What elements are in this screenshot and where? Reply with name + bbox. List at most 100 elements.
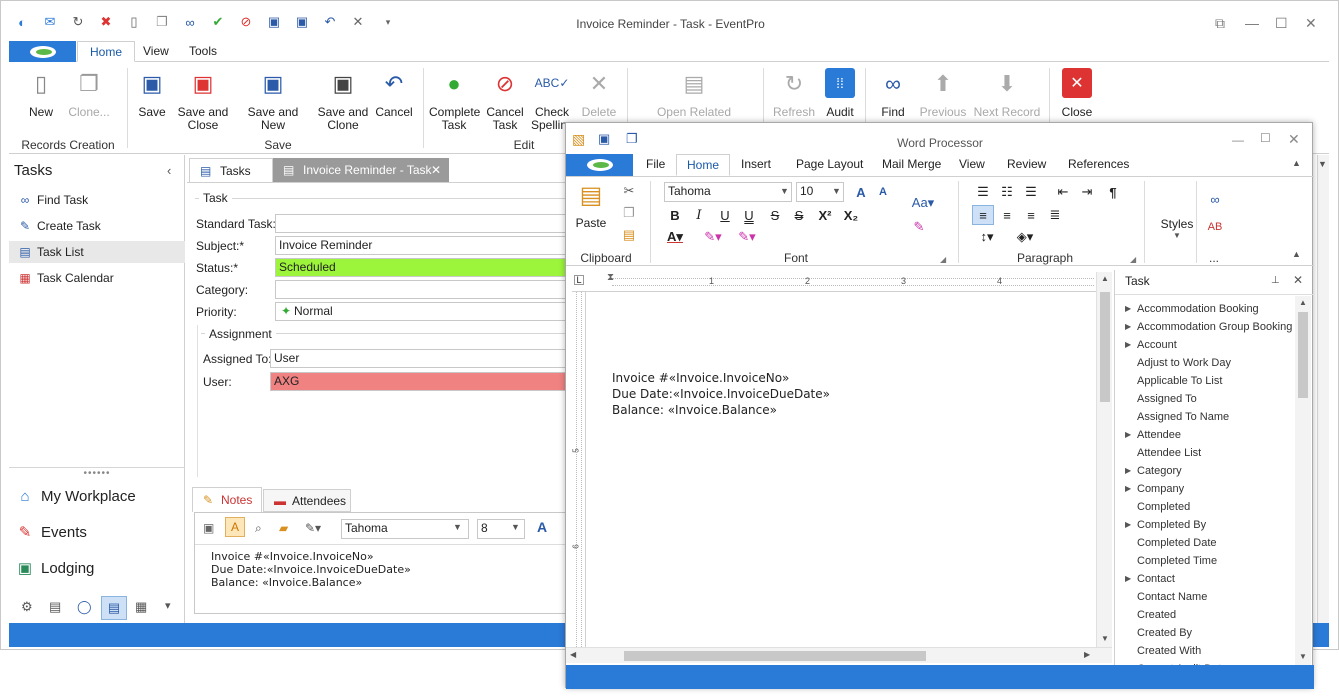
align-center-icon[interactable]: ≡ <box>996 205 1018 225</box>
horizontal-ruler[interactable]: L ⧗ 1 2 3 4 <box>572 272 1096 292</box>
superscript-icon[interactable]: X² <box>814 205 836 225</box>
doc-tab-invoice-reminder[interactable]: ▤ Invoice Reminder - Task ✕ <box>273 158 449 182</box>
refresh-button[interactable]: ↻ Refresh <box>769 68 819 119</box>
justify-icon[interactable]: ≣ <box>1044 205 1066 225</box>
dialog-launcher-icon[interactable]: ◢ <box>1130 255 1136 264</box>
nav-my-workplace[interactable]: ⌂ My Workplace <box>15 485 135 509</box>
paste-button[interactable]: ▤ Paste <box>574 181 608 230</box>
wp-tab-insert[interactable]: Insert <box>731 154 781 176</box>
attendees-tab[interactable]: ▬ Attendees <box>263 489 351 512</box>
tab-stop-icon[interactable]: L <box>574 275 584 285</box>
expand-arrow-icon[interactable]: ▶ <box>1125 570 1131 588</box>
paste-special-icon[interactable]: ▤ <box>618 225 640 245</box>
underline-icon[interactable]: U <box>714 205 736 225</box>
wp-tab-page-layout[interactable]: Page Layout <box>786 154 873 176</box>
wp-tab-view[interactable]: View <box>949 154 995 176</box>
collapse-chevron-icon[interactable]: ‹ <box>167 163 171 178</box>
save-button[interactable]: ▣ Save <box>135 68 169 119</box>
merge-field-item[interactable]: ▶ Company <box>1125 480 1184 498</box>
open-related-button[interactable]: ▤ Open Related <box>649 68 739 119</box>
tab-view[interactable]: View <box>131 41 181 62</box>
indent-marker-icon[interactable]: ⧗ <box>607 272 614 283</box>
chevron-down-icon[interactable]: ▼ <box>780 186 789 196</box>
priority-field[interactable]: ✦ Normal <box>275 302 575 321</box>
cut-icon[interactable]: ✂ <box>618 181 640 201</box>
nav-item-create-task[interactable]: ✎ Create Task <box>17 215 185 237</box>
category-field[interactable] <box>275 280 575 299</box>
scroll-up-icon[interactable]: ▲ <box>1299 298 1307 307</box>
wp-tab-file[interactable]: File <box>636 154 675 176</box>
user-field[interactable]: AXG <box>270 372 575 391</box>
nav-item-task-calendar[interactable]: ▦ Task Calendar <box>17 267 185 289</box>
close-tab-icon[interactable]: ✕ <box>431 158 441 182</box>
minimize-icon[interactable]: — <box>1232 133 1244 147</box>
wp-tab-home[interactable]: Home <box>676 154 731 176</box>
merge-field-item[interactable]: Completed Date <box>1137 534 1217 552</box>
merge-field-item[interactable]: ▶ Attendee <box>1125 426 1181 444</box>
find-button[interactable]: ∞ Find <box>875 68 911 119</box>
document-text[interactable]: Invoice #«Invoice.InvoiceNo» Due Date:«I… <box>612 370 830 418</box>
shrink-font-icon[interactable]: A <box>872 182 894 202</box>
tab-home[interactable]: Home <box>77 41 136 62</box>
pin-icon[interactable]: ⊥ <box>1271 275 1280 286</box>
module-icon-1[interactable]: ⚙ <box>21 599 33 615</box>
expand-arrow-icon[interactable]: ▶ <box>1125 462 1131 480</box>
merge-field-item[interactable]: Attendee List <box>1137 444 1201 462</box>
notes-tab[interactable]: ✎ Notes <box>192 487 262 512</box>
notes-content[interactable]: Invoice #«Invoice.InvoiceNo» Due Date:«I… <box>211 550 411 589</box>
merge-field-item[interactable]: Applicable To List <box>1137 372 1222 390</box>
subscript-icon[interactable]: X₂ <box>840 205 862 225</box>
scroll-thumb[interactable] <box>1298 312 1308 398</box>
document-canvas[interactable]: Invoice #«Invoice.InvoiceNo» Due Date:«I… <box>588 292 1096 647</box>
shading-icon[interactable]: ◈▾ <box>1010 227 1040 247</box>
merge-field-item[interactable]: Created With <box>1137 642 1201 660</box>
pilcrow-icon[interactable]: ¶ <box>1102 182 1124 202</box>
scroll-down-icon[interactable]: ▼ <box>1101 634 1109 643</box>
find-text-icon[interactable]: ⌕ <box>255 521 262 536</box>
restore-icon[interactable]: ⧉ <box>1215 15 1225 32</box>
merge-field-item[interactable]: ▶ Accommodation Group Booking <box>1125 318 1292 336</box>
scroll-thumb[interactable] <box>1100 292 1110 402</box>
calculator-icon[interactable]: ▦ <box>135 599 147 615</box>
subject-field[interactable]: Invoice Reminder <box>275 236 575 255</box>
scroll-up-icon[interactable]: ▲ <box>1101 274 1109 283</box>
wp-app-menu-button[interactable] <box>566 154 633 176</box>
module-icon-2[interactable]: ▤ <box>49 599 61 615</box>
more-chevron-icon[interactable]: ▾ <box>165 599 171 612</box>
expand-arrow-icon[interactable]: ▶ <box>1125 516 1131 534</box>
doc-vertical-scrollbar[interactable]: ▲ ▼ <box>1096 272 1112 647</box>
nav-item-task-list[interactable]: ▤ Task List <box>9 241 185 263</box>
open-folder-icon[interactable]: ▰ <box>279 521 288 535</box>
change-case-icon[interactable]: Aa▾ <box>908 193 938 213</box>
maximize-icon[interactable]: ☐ <box>1260 131 1271 145</box>
wp-tab-references[interactable]: References <box>1058 154 1139 176</box>
merge-field-item[interactable]: Contact Name <box>1137 588 1207 606</box>
collapse-ribbon-icon[interactable]: ▲ <box>1292 249 1301 259</box>
scroll-thumb[interactable] <box>624 651 926 661</box>
decrease-indent-icon[interactable]: ⇤ <box>1052 182 1074 202</box>
nav-lodging[interactable]: ▣ Lodging <box>15 557 94 581</box>
doc-tab-tasks[interactable]: ▤ Tasks <box>189 158 273 182</box>
doc-horizontal-scrollbar[interactable]: ◀ ▶ <box>566 647 1112 663</box>
expand-arrow-icon[interactable]: ▶ <box>1125 300 1131 318</box>
merge-field-item[interactable]: ▶ Completed By <box>1125 516 1206 534</box>
merge-field-item[interactable]: ▶ Contact <box>1125 570 1175 588</box>
font-color-icon[interactable]: A▾ <box>664 227 686 247</box>
close-button[interactable]: ✕ Close <box>1059 68 1095 119</box>
merge-field-item[interactable]: ▶ Accommodation Booking <box>1125 300 1259 318</box>
save-icon[interactable]: ▣ <box>203 521 214 535</box>
save-and-new-button[interactable]: ▣ Save and New <box>235 68 311 132</box>
numbering-icon[interactable]: ☷ <box>996 182 1018 202</box>
bullets-icon[interactable]: ☰ <box>972 182 994 202</box>
minimize-icon[interactable]: — <box>1245 15 1259 31</box>
assigned-to-field[interactable]: User <box>270 349 575 368</box>
merge-field-item[interactable]: Completed Time <box>1137 552 1217 570</box>
grow-font-icon[interactable]: A <box>850 182 872 202</box>
save-and-clone-button[interactable]: ▣ Save and Clone <box>317 68 369 132</box>
multilevel-list-icon[interactable]: ☰ <box>1020 182 1042 202</box>
wp-tab-mail-merge[interactable]: Mail Merge <box>872 154 951 176</box>
notes-font-select[interactable]: Tahoma <box>341 519 469 539</box>
double-strikethrough-icon[interactable]: S <box>788 205 810 225</box>
close-panel-icon[interactable]: ✕ <box>1293 273 1303 287</box>
nav-item-find-task[interactable]: ∞ Find Task <box>17 189 185 211</box>
